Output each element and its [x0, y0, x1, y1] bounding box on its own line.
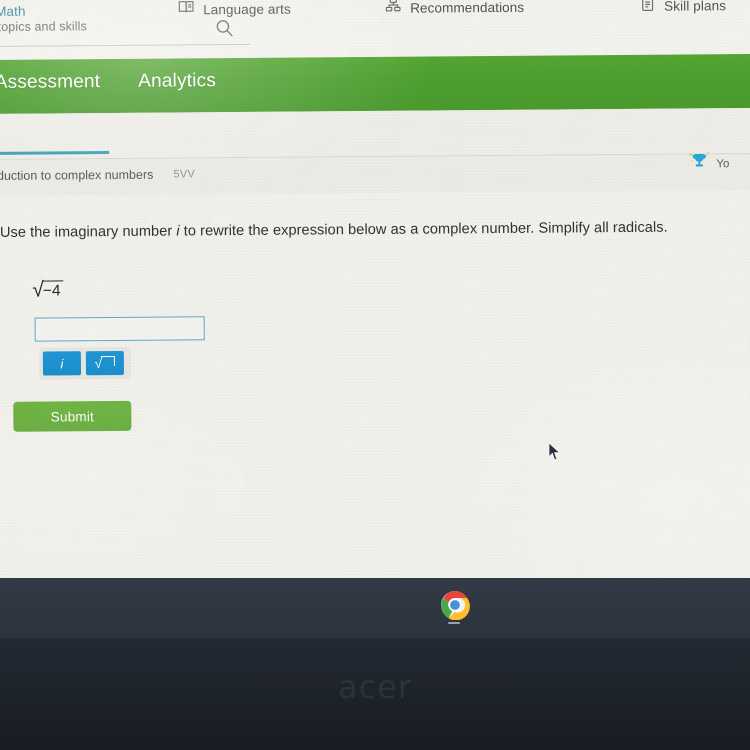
score-chip[interactable]: Yo — [687, 150, 729, 177]
green-nav-bar: Assessment Analytics — [0, 53, 750, 114]
chrome-icon[interactable] — [440, 590, 470, 621]
tab-label-math: Math — [0, 3, 26, 19]
tab-skill-plans[interactable]: Skill plans — [640, 0, 726, 17]
answer-input[interactable] — [34, 316, 205, 342]
question-body: Use the imaginary number i to rewrite th… — [0, 189, 750, 584]
skill-code: 5VV — [173, 168, 196, 181]
chrome-running-indicator — [448, 622, 460, 624]
submit-button[interactable]: Submit — [13, 400, 132, 432]
laptop-photo: earch topics and skills Assessment Analy… — [0, 0, 750, 750]
tab-label-skill-plans: Skill plans — [664, 0, 727, 14]
clipboard-icon — [640, 0, 655, 17]
trophy-icon — [687, 150, 711, 177]
tab-math[interactable]: Math — [0, 1, 26, 21]
tab-recommendations[interactable]: Recommendations — [385, 0, 524, 18]
mouse-cursor — [548, 442, 562, 462]
radicand: −4 — [41, 280, 64, 300]
prompt-text-part1: Use the imaginary number — [0, 223, 177, 241]
nav-item-analytics[interactable]: Analytics — [138, 70, 216, 93]
taskbar — [0, 578, 750, 638]
search-placeholder-text: earch topics and skills — [0, 19, 87, 34]
math-keypad: i √ — [38, 346, 132, 380]
prompt-text-part2: to rewrite the expression below as a com… — [179, 219, 668, 240]
score-label: Yo — [716, 157, 730, 170]
recommendations-icon — [385, 0, 401, 18]
laptop-screen: earch topics and skills Assessment Analy… — [0, 0, 750, 584]
skill-title: ntroduction to complex numbers — [0, 167, 154, 184]
radical-expression: √ −4 — [32, 279, 64, 302]
radical-key[interactable]: √ — [85, 350, 125, 376]
brand-logo: acer — [337, 668, 413, 706]
ixl-page: earch topics and skills Assessment Analy… — [0, 0, 750, 584]
math-expression: √ −4 — [32, 279, 64, 302]
book-icon — [178, 0, 194, 19]
top-bar: earch topics and skills — [0, 0, 750, 62]
imaginary-unit-key[interactable]: i — [42, 351, 82, 376]
nav-item-assessment[interactable]: Assessment — [0, 71, 100, 94]
radical-key-glyph: √ — [95, 355, 116, 371]
skill-header-row: ntroduction to complex numbers 5VV — [0, 153, 750, 196]
tab-label-language-arts: Language arts — [203, 1, 291, 17]
search-underline — [0, 43, 251, 48]
tab-label-recommendations: Recommendations — [410, 0, 525, 16]
subject-tab-row — [0, 107, 750, 160]
tab-language-arts[interactable]: Language arts — [178, 0, 291, 19]
question-prompt: Use the imaginary number i to rewrite th… — [0, 216, 690, 244]
search-icon[interactable] — [214, 18, 234, 38]
